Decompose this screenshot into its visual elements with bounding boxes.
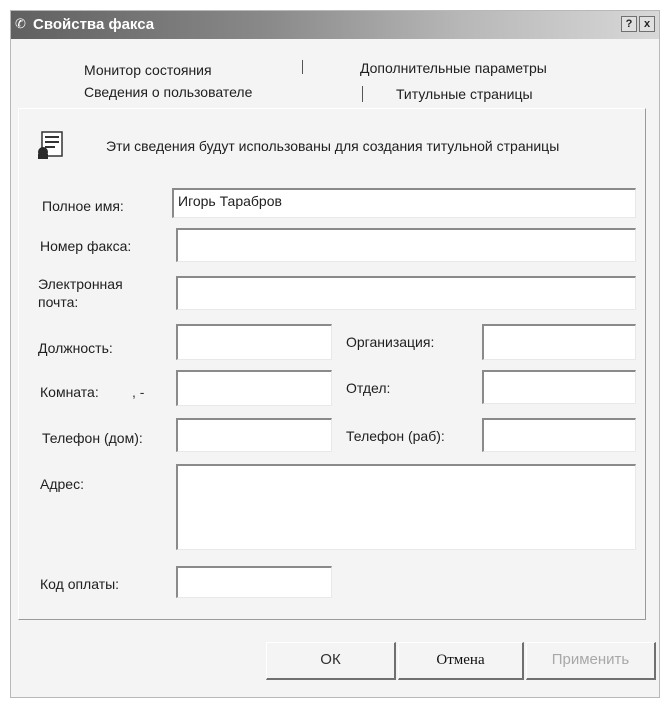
- billing-code-label: Код оплаты:: [40, 576, 120, 592]
- fax-icon: ✆: [15, 16, 26, 31]
- tab-divider: [362, 86, 363, 102]
- address-label: Адрес:: [40, 476, 84, 492]
- home-phone-label: Телефон (дом):: [42, 430, 143, 446]
- position-label: Должность:: [38, 340, 113, 356]
- fax-number-field[interactable]: [176, 228, 636, 262]
- email-label-line1: Электронная: [38, 276, 123, 292]
- tab-user-info[interactable]: Сведения о пользователе: [84, 84, 252, 100]
- tab-monitor[interactable]: Монитор состояния: [84, 62, 212, 78]
- tab-advanced[interactable]: Дополнительные параметры: [360, 60, 547, 76]
- tab-cover-pages[interactable]: Титульные страницы: [396, 86, 533, 102]
- home-phone-field[interactable]: [176, 418, 332, 452]
- cancel-button[interactable]: Отмена: [398, 642, 524, 680]
- organization-label: Организация:: [346, 334, 435, 350]
- work-phone-label: Телефон (раб):: [346, 428, 445, 444]
- ok-button[interactable]: ОК: [266, 642, 396, 680]
- window-title: Свойства факса: [33, 16, 155, 33]
- help-button[interactable]: ?: [621, 16, 637, 32]
- room-field[interactable]: [176, 370, 332, 406]
- billing-code-field[interactable]: [176, 566, 332, 598]
- room-label: Комната:: [40, 384, 99, 400]
- full-name-label: Полное имя:: [42, 198, 124, 214]
- department-field[interactable]: [482, 370, 636, 404]
- position-field[interactable]: [176, 324, 332, 360]
- work-phone-field[interactable]: [482, 418, 636, 452]
- title-bar[interactable]: ✆ Свойства факса ? x: [11, 11, 659, 39]
- department-label: Отдел:: [346, 380, 391, 396]
- fax-number-label: Номер факса:: [40, 238, 132, 254]
- info-text: Эти сведения будут использованы для созд…: [106, 138, 560, 154]
- email-field[interactable]: [176, 276, 636, 310]
- full-name-field[interactable]: Игорь Тарабров: [172, 188, 636, 218]
- organization-field[interactable]: [482, 324, 636, 360]
- address-field[interactable]: [176, 464, 636, 550]
- email-label-line2: почта:: [38, 294, 79, 310]
- user-card-icon: [38, 131, 63, 159]
- tab-divider: [302, 60, 303, 74]
- apply-button[interactable]: Применить: [526, 642, 656, 680]
- close-button[interactable]: x: [639, 16, 655, 32]
